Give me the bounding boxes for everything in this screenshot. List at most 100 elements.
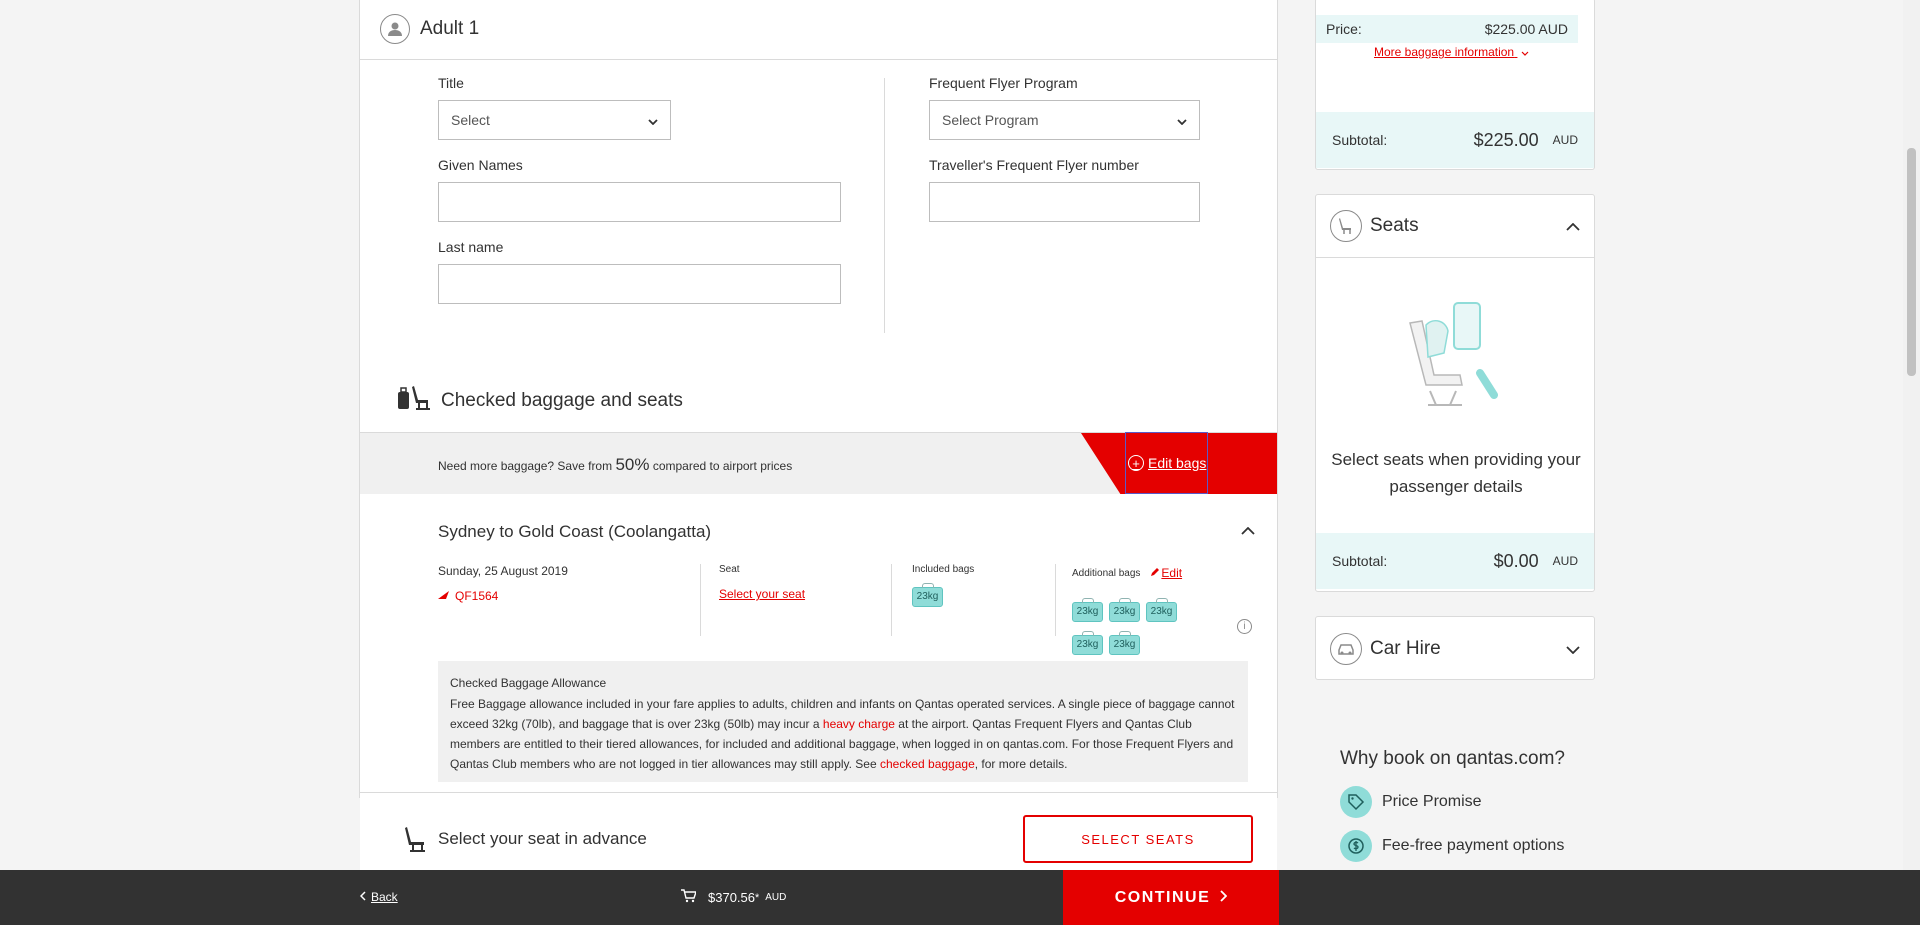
seats-subtotal: Subtotal: $0.00 AUD: [1316, 533, 1594, 589]
seat-advance-section: Select your seat in advance SELECT SEATS: [360, 792, 1277, 870]
price-value: $225.00 AUD: [1484, 21, 1568, 37]
baggage-subtotal-currency: AUD: [1552, 133, 1578, 147]
seat-icon: [404, 825, 430, 858]
more-baggage-link[interactable]: More baggage information: [1374, 45, 1529, 59]
allowance-text-3: , for more details.: [974, 757, 1068, 771]
chevron-up-icon[interactable]: [1241, 522, 1255, 538]
bag-tag: 23kg: [1146, 598, 1177, 622]
given-names-input[interactable]: [438, 182, 841, 222]
promo-percent: 50%: [615, 455, 650, 474]
flight-route: Sydney to Gold Coast (Coolangatta): [438, 522, 712, 541]
cart-total-mark: *: [755, 891, 760, 904]
col-separator: [700, 564, 701, 636]
last-name-input[interactable]: [438, 264, 841, 304]
title-select[interactable]: Select: [438, 100, 671, 140]
additional-bags-col: Additional bags Edit 23kg 23kg 23kg23kg 23k…: [1072, 564, 1212, 655]
chevron-down-icon: [1177, 112, 1187, 128]
form-divider: [884, 78, 885, 333]
chevron-right-icon: [1220, 889, 1228, 907]
passenger-form: Title Select Given Names Last name Frequ…: [360, 60, 1277, 380]
cart-total[interactable]: $370.56 * AUD: [680, 889, 786, 906]
back-label: Back: [371, 890, 398, 904]
last-name-label: Last name: [438, 239, 504, 255]
seat-col: Seat Select your seat: [719, 564, 879, 636]
seat-illustration-icon: [1396, 301, 1516, 416]
col-separator: [1055, 564, 1056, 636]
ff-number-label: Traveller's Frequent Flyer number: [929, 157, 1139, 173]
included-bags-label: Included bags: [912, 564, 975, 575]
passenger-title: Adult 1: [420, 17, 480, 39]
qantas-logo-icon: [438, 589, 450, 603]
flight-info-col: Sunday, 25 August 2019 QF1564: [438, 564, 698, 636]
seats-card-header[interactable]: Seats: [1316, 195, 1594, 258]
seats-message: Select seats when providing your passeng…: [1331, 450, 1581, 496]
continue-label: CONTINUE: [1114, 888, 1211, 906]
tag-icon: [1340, 786, 1372, 818]
car-hire-header[interactable]: Car Hire: [1316, 617, 1594, 680]
benefit-label: Price Promise: [1382, 793, 1482, 810]
bag-tag: 23kg: [1109, 598, 1140, 622]
car-hire-title: Car Hire: [1370, 637, 1441, 659]
given-names-label: Given Names: [438, 157, 523, 173]
chevron-left-icon: [359, 890, 366, 904]
why-book-title: Why book on qantas.com?: [1340, 748, 1565, 769]
cart-total-amount: $370.56: [708, 890, 755, 905]
edit-additional-bags-link[interactable]: Edit: [1161, 566, 1182, 580]
bag-tag: 23kg: [912, 583, 943, 607]
back-link[interactable]: Back: [359, 890, 398, 904]
flight-number-link[interactable]: QF1564: [438, 589, 698, 603]
seat-advance-title: Select your seat in advance: [438, 829, 647, 848]
edit-bags-label: Edit bags: [1148, 455, 1207, 471]
allowance-title: Checked Baggage Allowance: [450, 676, 607, 690]
bottom-bar: Back $370.56 * AUD CONTINUE: [0, 870, 1920, 925]
baggage-section-header: Checked baggage and seats: [397, 383, 683, 418]
promo-text: Need more baggage? Save from 50% compare…: [438, 455, 792, 475]
bag-tag: 23kg: [1072, 598, 1103, 622]
baggage-section-title: Checked baggage and seats: [441, 389, 683, 411]
chevron-down-icon: [1521, 45, 1529, 59]
baggage-price-row: Price: $225.00 AUD: [1316, 15, 1578, 43]
chevron-down-icon: [1566, 641, 1580, 657]
dollar-icon: [1340, 830, 1372, 862]
page-scrollbar[interactable]: [1903, 0, 1920, 870]
title-label: Title: [438, 75, 464, 91]
chevron-down-icon: [648, 112, 658, 128]
car-hire-card: Car Hire: [1315, 616, 1595, 680]
person-icon: [380, 13, 410, 44]
ff-program-select[interactable]: Select Program: [929, 100, 1200, 140]
chevron-up-icon: [1566, 218, 1580, 234]
baggage-allowance-box: Checked Baggage Allowance Free Baggage a…: [438, 661, 1248, 782]
seat-icon: [1330, 210, 1362, 242]
cart-total-currency: AUD: [765, 892, 787, 903]
flight-date: Sunday, 25 August 2019: [438, 564, 568, 578]
seats-subtotal-amount: $0.00: [1493, 550, 1539, 571]
ff-number-input[interactable]: [929, 182, 1200, 222]
select-seat-link[interactable]: Select your seat: [719, 587, 805, 601]
continue-button[interactable]: CONTINUE: [1063, 870, 1279, 925]
seats-subtotal-label: Subtotal:: [1332, 553, 1388, 569]
select-seats-button[interactable]: SELECT SEATS: [1023, 815, 1253, 863]
heavy-charge-link[interactable]: heavy charge: [823, 717, 895, 731]
bag-tag: 23kg: [1072, 631, 1103, 655]
ff-program-label: Frequent Flyer Program: [929, 75, 1078, 91]
included-bags-col: Included bags 23kg: [912, 564, 1052, 636]
baggage-subtotal-label: Subtotal:: [1332, 132, 1388, 148]
seat-label: Seat: [719, 564, 740, 575]
bag-tag: 23kg: [1109, 631, 1140, 655]
col-separator: [891, 564, 892, 636]
price-label: Price:: [1326, 21, 1362, 37]
edit-bags-button[interactable]: + Edit bags: [1125, 432, 1208, 494]
seats-subtotal-currency: AUD: [1552, 554, 1578, 568]
seats-card-title: Seats: [1370, 215, 1419, 236]
plus-circle-icon: +: [1128, 455, 1144, 471]
luggage-seat-icon: [397, 383, 433, 418]
promo-suffix: compared to airport prices: [649, 459, 793, 473]
benefit-label: Fee-free payment options: [1382, 837, 1565, 854]
allowance-text: Free Baggage allowance included in your …: [450, 694, 1236, 774]
title-select-value: Select: [451, 112, 490, 128]
flight-number[interactable]: QF1564: [455, 589, 498, 603]
info-icon[interactable]: i: [1237, 619, 1252, 634]
scrollbar-thumb[interactable]: [1907, 148, 1916, 376]
checked-baggage-link[interactable]: checked baggage: [880, 757, 975, 771]
benefit-price-promise: Price Promise: [1340, 786, 1482, 818]
